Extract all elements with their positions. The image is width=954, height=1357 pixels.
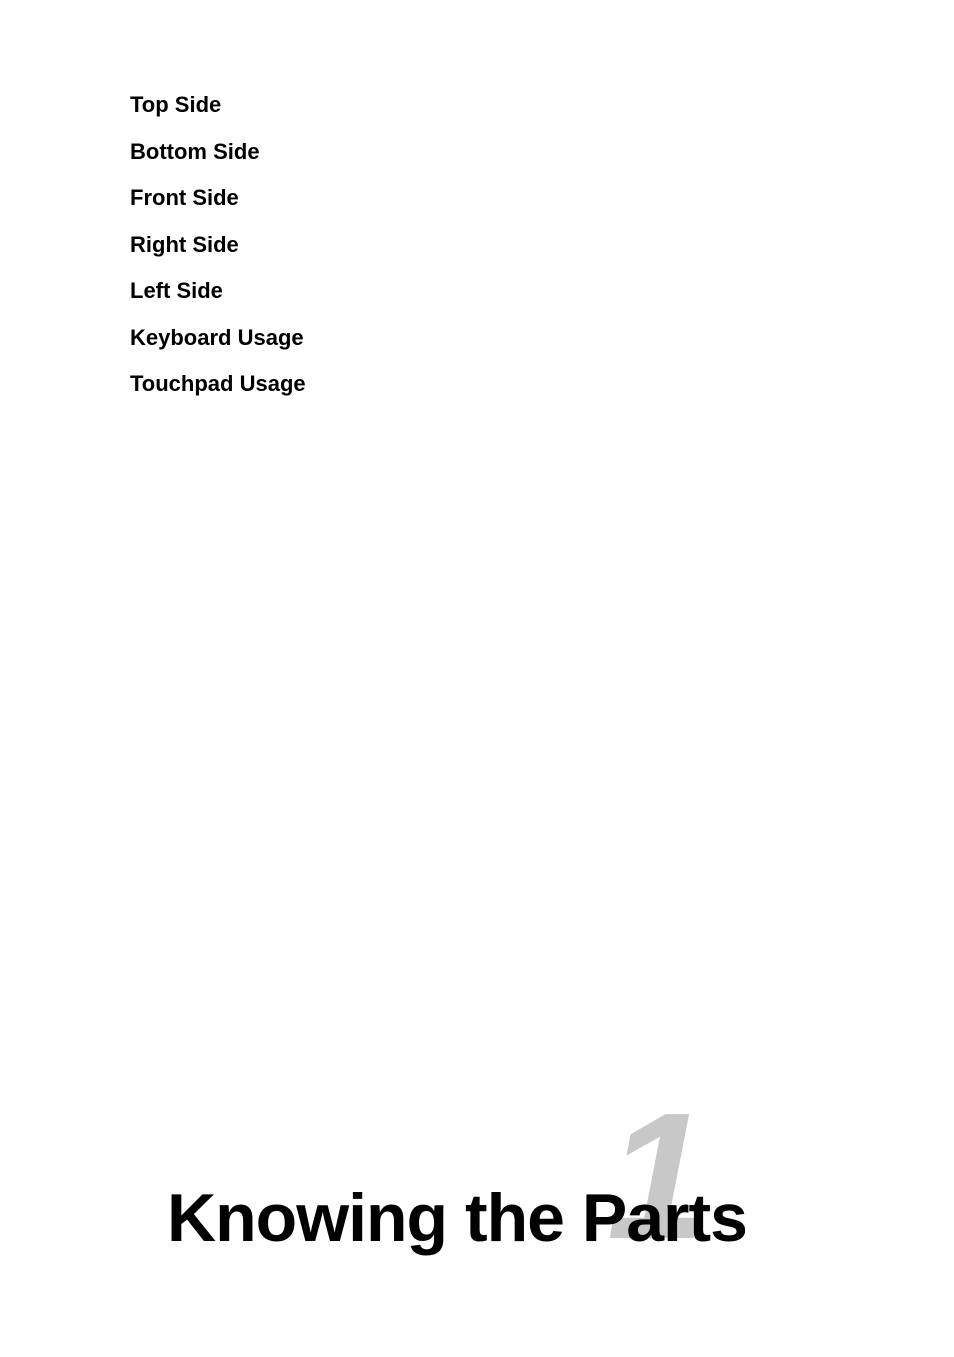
nav-item-left-side[interactable]: Left Side (130, 268, 306, 315)
page-content: Top Side Bottom Side Front Side Right Si… (0, 0, 954, 1357)
chapter-section: Knowing the Parts 1 (0, 1179, 954, 1257)
nav-item-top-side[interactable]: Top Side (130, 82, 306, 129)
nav-item-right-side[interactable]: Right Side (130, 222, 306, 269)
nav-list: Top Side Bottom Side Front Side Right Si… (130, 82, 306, 408)
nav-item-touchpad-usage[interactable]: Touchpad Usage (130, 361, 306, 408)
nav-item-keyboard-usage[interactable]: Keyboard Usage (130, 315, 306, 362)
chapter-title: Knowing the Parts (167, 1179, 747, 1257)
nav-item-front-side[interactable]: Front Side (130, 175, 306, 222)
nav-item-bottom-side[interactable]: Bottom Side (130, 129, 306, 176)
chapter-wrapper: Knowing the Parts 1 (167, 1179, 747, 1257)
